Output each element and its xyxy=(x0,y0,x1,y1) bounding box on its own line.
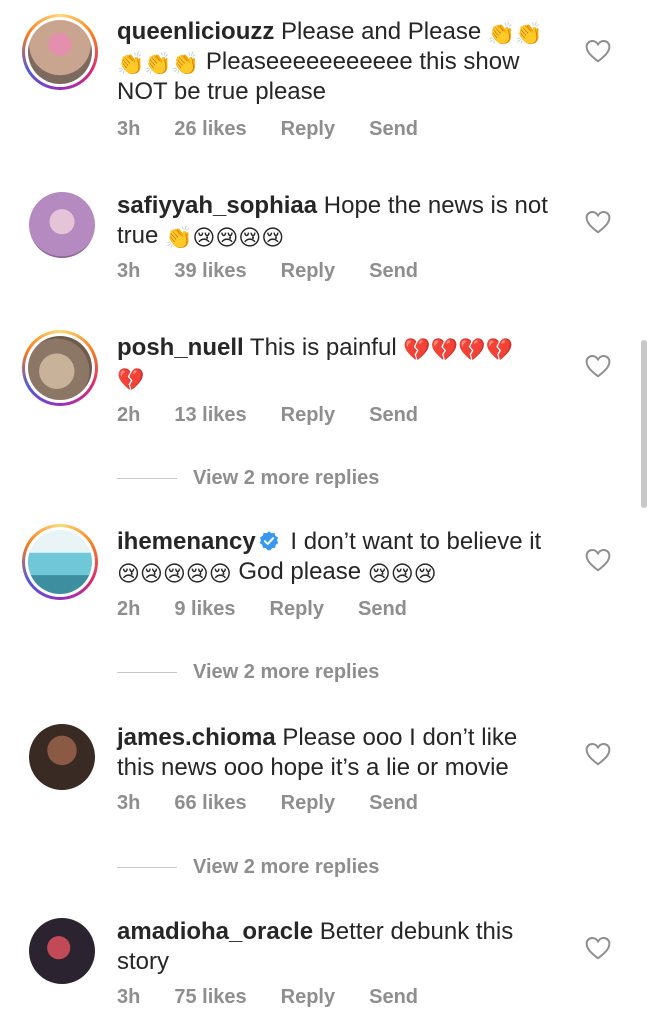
comment-text-line: Pleaseeeeeeeeeee this show xyxy=(205,48,520,75)
heart-outline-icon[interactable] xyxy=(585,354,611,378)
username[interactable]: ihemenancy xyxy=(117,528,256,555)
comment-meta: 3h 26 likes Reply Send xyxy=(117,118,452,141)
likes-count[interactable]: 13 likes xyxy=(174,404,246,426)
username[interactable]: safiyyah_sophiaa xyxy=(117,192,317,219)
replies-divider xyxy=(117,866,177,868)
heart-outline-icon[interactable] xyxy=(585,39,611,63)
send-button[interactable]: Send xyxy=(369,260,418,282)
username[interactable]: james.chioma xyxy=(117,724,276,751)
send-button[interactable]: Send xyxy=(369,792,418,814)
crying-emoji: 😢😢😢 xyxy=(367,561,437,586)
replies-divider xyxy=(117,671,177,673)
reply-button[interactable]: Reply xyxy=(281,118,335,140)
reply-button[interactable]: Reply xyxy=(281,404,335,426)
comment-text-line: Hope the news is not xyxy=(323,192,548,219)
timestamp: 2h xyxy=(117,404,141,426)
username[interactable]: queenliciouzz xyxy=(117,18,274,45)
comment-text-line: I don’t want to believe it xyxy=(290,528,542,555)
heart-outline-icon[interactable] xyxy=(585,548,611,572)
heart-outline-icon[interactable] xyxy=(585,936,611,960)
comment-text: james.chioma Please ooo I don’t like thi… xyxy=(117,723,557,783)
crying-emoji: 👏😢😢😢😢 xyxy=(165,225,285,250)
clapping-emoji: 👏👏 xyxy=(487,21,543,46)
comment-text: queenliciouzz Please and Please 👏👏 👏👏👏 P… xyxy=(117,17,557,107)
comment-meta: 3h 39 likes Reply Send xyxy=(117,260,452,283)
comment-meta: 3h 75 likes Reply Send xyxy=(117,986,452,1009)
timestamp: 3h xyxy=(117,260,141,282)
comment-text-line: This is painful xyxy=(249,334,397,361)
comment-text-line: story xyxy=(117,948,170,975)
heart-outline-icon[interactable] xyxy=(585,210,611,234)
comment-text: ihemenancy I don’t want to believe it 😢😢… xyxy=(117,527,557,587)
likes-count[interactable]: 9 likes xyxy=(174,598,235,620)
view-replies-button[interactable]: View 2 more replies xyxy=(117,852,379,882)
avatar[interactable] xyxy=(29,192,95,258)
reply-button[interactable]: Reply xyxy=(270,598,324,620)
clapping-emoji: 👏👏👏 xyxy=(117,51,200,76)
comment-text: safiyyah_sophiaa Hope the news is not tr… xyxy=(117,191,557,251)
avatar[interactable] xyxy=(29,918,95,984)
heart-outline-icon[interactable] xyxy=(585,742,611,766)
view-replies-label[interactable]: View 2 more replies xyxy=(193,661,379,684)
reply-button[interactable]: Reply xyxy=(281,986,335,1008)
replies-divider xyxy=(117,477,177,479)
comment-text-line: this news ooo hope it’s a lie or movie xyxy=(117,754,509,781)
comment-text-line: NOT be true please xyxy=(117,78,327,105)
comment-meta: 2h 9 likes Reply Send xyxy=(117,598,441,621)
verified-badge-icon xyxy=(259,531,278,551)
view-replies-button[interactable]: View 2 more replies xyxy=(117,657,379,687)
comment-text-line: true xyxy=(117,222,159,249)
username[interactable]: amadioha_oracle xyxy=(117,918,313,945)
comment-meta: 3h 66 likes Reply Send xyxy=(117,792,452,815)
comment-text-line: Better debunk this xyxy=(319,918,514,945)
send-button[interactable]: Send xyxy=(369,118,418,140)
comment-text-line: God please xyxy=(238,558,362,585)
comment-meta: 2h 13 likes Reply Send xyxy=(117,404,452,427)
timestamp: 2h xyxy=(117,598,141,620)
timestamp: 3h xyxy=(117,792,141,814)
scrollbar[interactable] xyxy=(641,340,647,508)
send-button[interactable]: Send xyxy=(369,986,418,1008)
broken-heart-emoji: 💔 xyxy=(117,367,145,392)
view-replies-label[interactable]: View 2 more replies xyxy=(193,467,379,490)
comment-text: amadioha_oracle Better debunk this story xyxy=(117,917,557,977)
timestamp: 3h xyxy=(117,986,141,1008)
crying-emoji: 😢😢😢😢😢 xyxy=(117,561,232,586)
comment-text-line: Please and Please xyxy=(281,18,482,45)
timestamp: 3h xyxy=(117,118,141,140)
reply-button[interactable]: Reply xyxy=(281,792,335,814)
send-button[interactable]: Send xyxy=(369,404,418,426)
likes-count[interactable]: 26 likes xyxy=(174,118,246,140)
send-button[interactable]: Send xyxy=(358,598,407,620)
comment-text: posh_nuell This is painful 💔💔💔💔 💔 xyxy=(117,333,557,393)
likes-count[interactable]: 39 likes xyxy=(174,260,246,282)
username[interactable]: posh_nuell xyxy=(117,334,244,361)
avatar[interactable] xyxy=(22,330,98,406)
avatar[interactable] xyxy=(22,524,98,600)
view-replies-label[interactable]: View 2 more replies xyxy=(193,856,379,879)
avatar[interactable] xyxy=(29,724,95,790)
avatar[interactable] xyxy=(22,14,98,90)
view-replies-button[interactable]: View 2 more replies xyxy=(117,463,379,493)
likes-count[interactable]: 66 likes xyxy=(174,792,246,814)
comment-text-line: Please ooo I don’t like xyxy=(282,724,518,751)
broken-heart-emoji: 💔💔💔💔 xyxy=(403,337,513,362)
likes-count[interactable]: 75 likes xyxy=(174,986,246,1008)
reply-button[interactable]: Reply xyxy=(281,260,335,282)
